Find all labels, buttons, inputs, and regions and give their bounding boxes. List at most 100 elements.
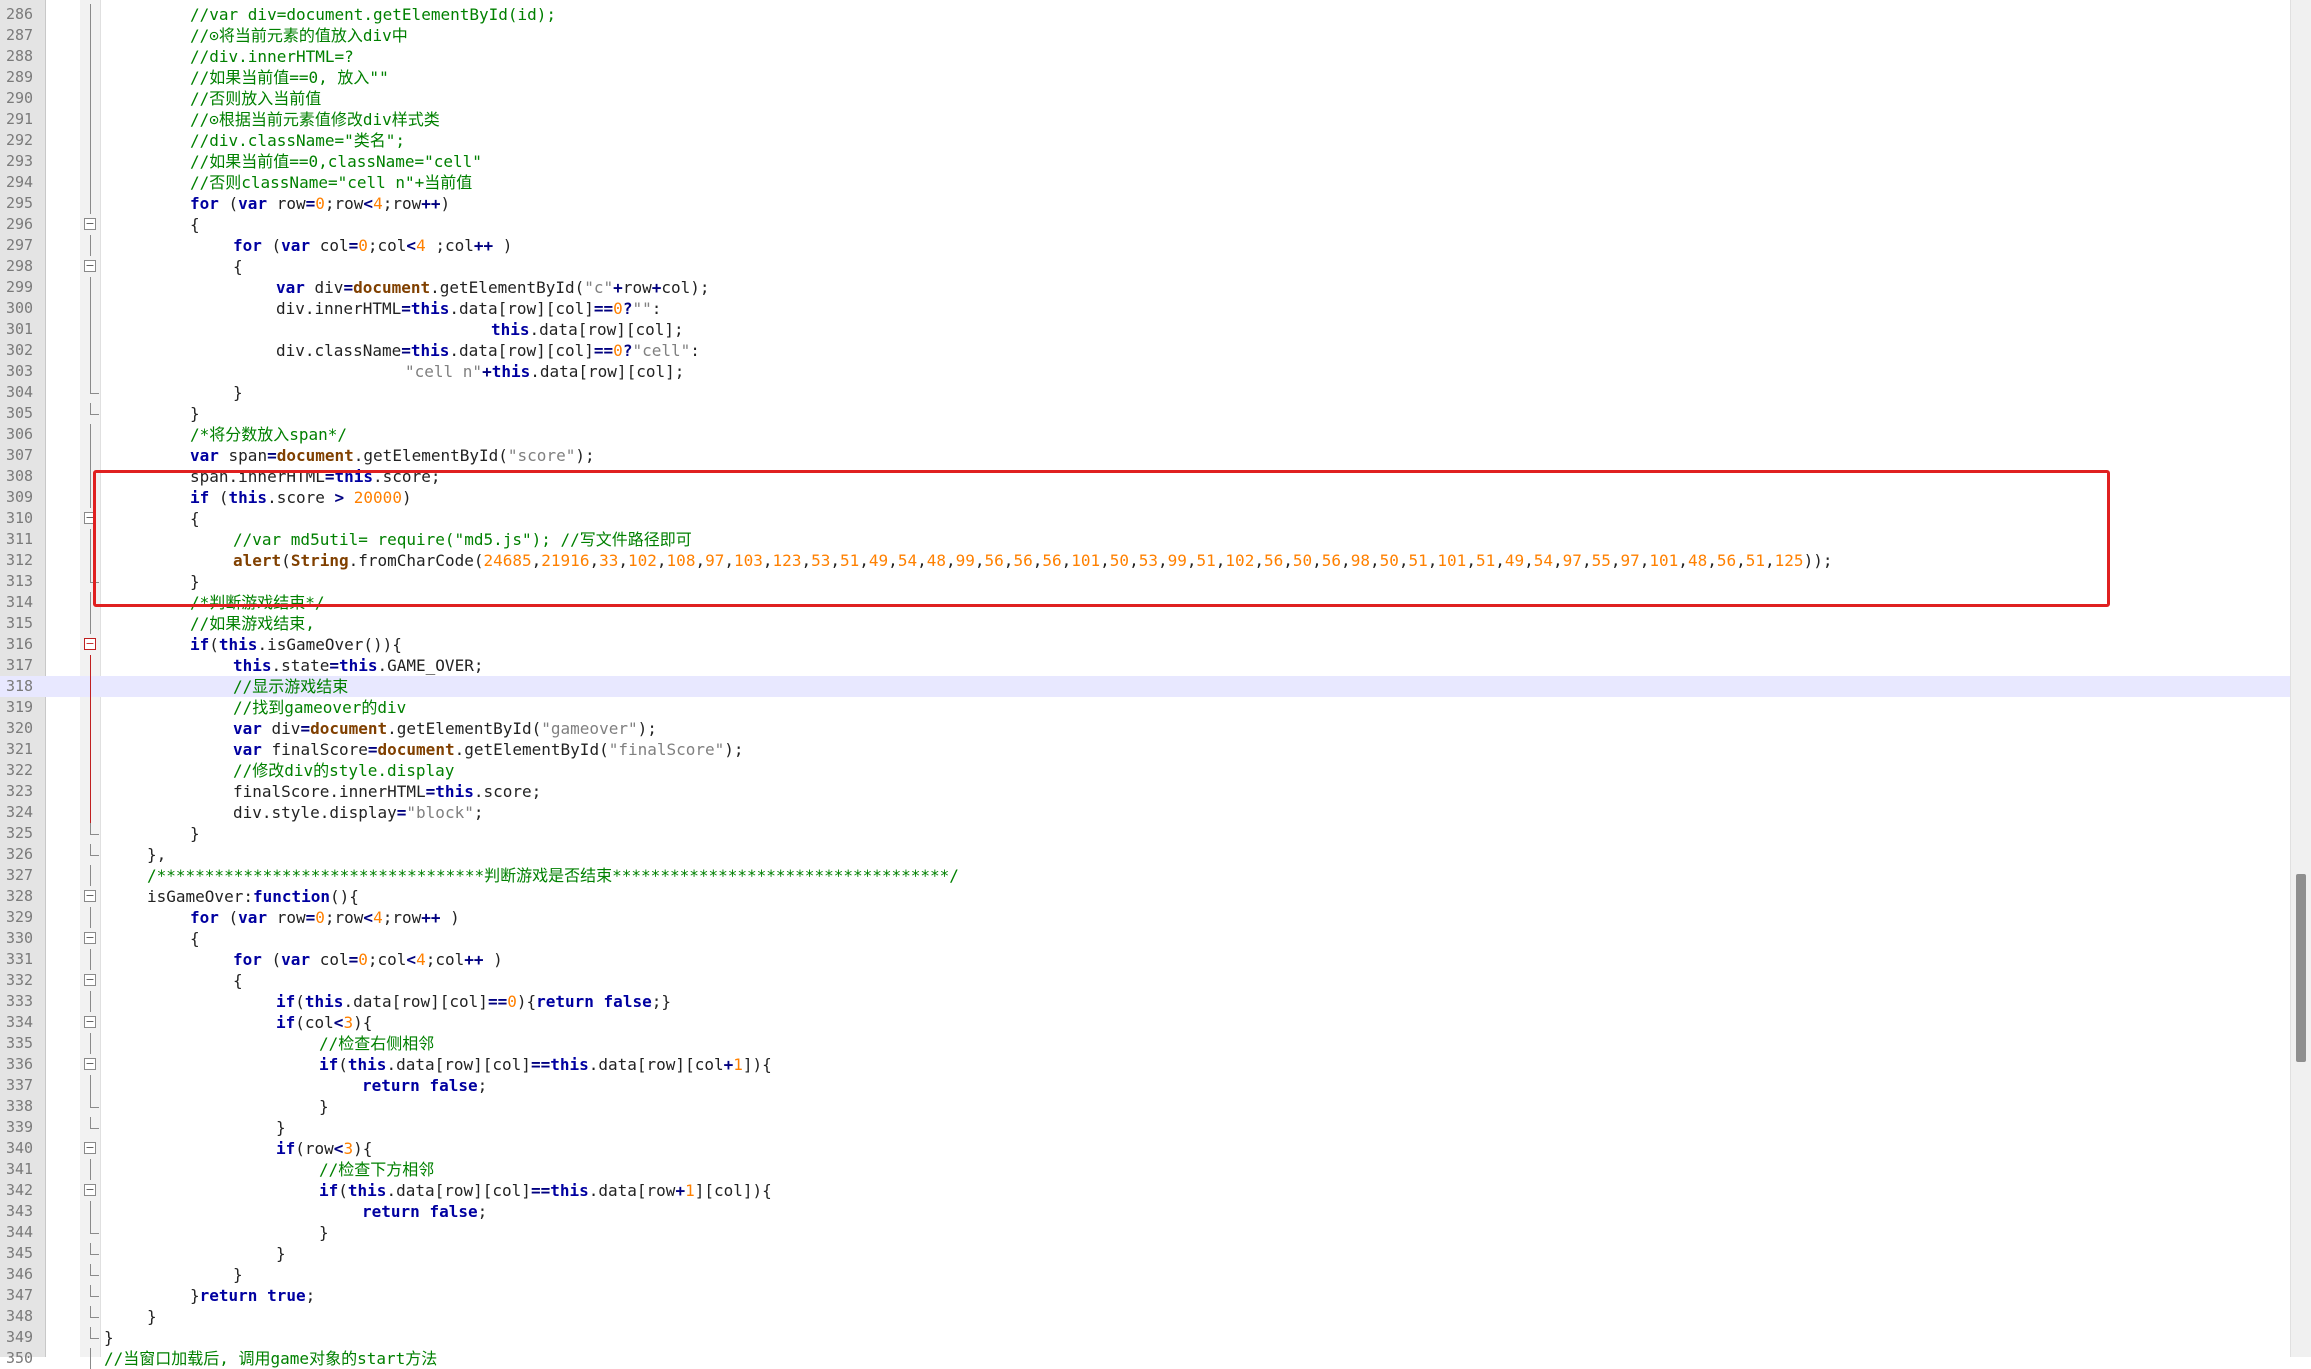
line-number: 300 [6, 299, 34, 317]
code-token: = [396, 803, 407, 822]
fold-toggle-icon[interactable]: − [84, 932, 96, 944]
code-line[interactable]: 322 //修改div的style.display [0, 760, 2290, 781]
scrollbar-thumb[interactable] [2296, 874, 2306, 1062]
code-line[interactable]: 323 finalScore.innerHTML=this.score; [0, 781, 2290, 802]
code-line[interactable]: 319 //找到gameover的div [0, 697, 2290, 718]
code-line[interactable]: 301 this.data[row][col]; [0, 319, 2290, 340]
line-number: 294 [6, 173, 34, 191]
line-number: 336 [6, 1055, 34, 1073]
code-line[interactable]: 346} [0, 1264, 2290, 1285]
code-line[interactable]: 348} [0, 1306, 2290, 1327]
code-line[interactable]: 334 − if(col<3){ [0, 1012, 2290, 1033]
code-token: 1 [685, 1181, 695, 1200]
code-line[interactable]: 326}, [0, 844, 2290, 865]
code-line[interactable]: 345} [0, 1243, 2290, 1264]
code-line[interactable]: 330 − { [0, 928, 2290, 949]
code-token: this [410, 299, 450, 318]
code-editor[interactable]: 286 //var div=document.getElementById(id)… [0, 4, 2290, 1369]
line-number: 297 [6, 236, 34, 254]
code-line[interactable]: 336− if(this.data[row][col]==this.data[ro… [0, 1054, 2290, 1075]
code-line[interactable]: 329 for (var row=0;row<4;row++ ) [0, 907, 2290, 928]
code-line[interactable]: 349} [0, 1327, 2290, 1348]
code-line[interactable]: 342− if(this.data[row][col]==this.data[ro… [0, 1180, 2290, 1201]
code-text: div.className=this.data[row][col]==0?"ce… [276, 340, 700, 361]
code-line[interactable]: 289 //如果当前值==0, 放入"" [0, 67, 2290, 88]
code-token: if [276, 1013, 296, 1032]
code-line[interactable]: 291 //⊙根据当前元素值修改div样式类 [0, 109, 2290, 130]
code-line[interactable]: 324 div.style.display="block"; [0, 802, 2290, 823]
code-line[interactable]: 300 div.innerHTML=this.data[row][col]==0?… [0, 298, 2290, 319]
code-line[interactable]: 317 this.state=this.GAME_OVER; [0, 655, 2290, 676]
fold-toggle-icon[interactable]: − [84, 1142, 96, 1154]
code-line[interactable]: 316 − if(this.isGameOver()){ [0, 634, 2290, 655]
code-line[interactable]: 288 //div.innerHTML=? [0, 46, 2290, 67]
code-token: ) [493, 236, 513, 255]
code-text: } [233, 382, 243, 403]
code-line[interactable]: 344} [0, 1222, 2290, 1243]
code-text: if(this.data[row][col]==0){return false;… [276, 991, 671, 1012]
code-line[interactable]: 305} [0, 403, 2290, 424]
line-number: 335 [6, 1034, 34, 1052]
code-token: = [425, 782, 436, 801]
code-line[interactable]: 296 − { [0, 214, 2290, 235]
code-token: //当窗口加载后, 调用game对象的start方法 [104, 1349, 438, 1368]
code-line[interactable]: 335 //检查右侧相邻 [0, 1033, 2290, 1054]
code-line[interactable]: 321 var finalScore=document.getElementByI… [0, 739, 2290, 760]
code-token: = [348, 236, 359, 255]
fold-guide [90, 361, 91, 382]
code-token: true [267, 1286, 306, 1305]
fold-toggle-icon[interactable]: − [84, 974, 96, 986]
code-line[interactable]: 315 //如果游戏结束, [0, 613, 2290, 634]
fold-toggle-icon[interactable]: − [84, 218, 96, 230]
code-text: var div=document.getElementById("c"+row+… [276, 277, 710, 298]
code-line[interactable]: 325} [0, 823, 2290, 844]
fold-end-marker [90, 844, 99, 856]
fold-toggle-icon[interactable]: − [84, 1058, 96, 1070]
code-token: } [233, 1265, 243, 1284]
code-line[interactable]: 287 //⊙将当前元素的值放入div中 [0, 25, 2290, 46]
code-line[interactable]: 286 //var div=document.getElementById(id)… [0, 4, 2290, 25]
code-token: //显示游戏结束 [233, 677, 349, 696]
code-line[interactable]: 303 "cell n"+this.data[row][col]; [0, 361, 2290, 382]
code-line[interactable]: 304} [0, 382, 2290, 403]
code-line[interactable]: 331 for (var col=0;col<4;col++ ) [0, 949, 2290, 970]
code-line[interactable]: 294 //否则className="cell n"+当前值 [0, 172, 2290, 193]
code-line[interactable]: 347}return true; [0, 1285, 2290, 1306]
code-line[interactable]: 297 for (var col=0;col<4 ;col++ ) [0, 235, 2290, 256]
fold-toggle-icon[interactable]: − [84, 1184, 96, 1196]
code-line[interactable]: 338} [0, 1096, 2290, 1117]
fold-toggle-icon[interactable]: − [84, 890, 96, 902]
code-line[interactable]: 339} [0, 1117, 2290, 1138]
code-text: //var div=document.getElementById(id); [190, 4, 556, 25]
code-line[interactable]: 350 //当窗口加载后, 调用game对象的start方法 [0, 1348, 2290, 1369]
code-line[interactable]: 340 − if(row<3){ [0, 1138, 2290, 1159]
code-line[interactable]: 302 div.className=this.data[row][col]==0?… [0, 340, 2290, 361]
fold-toggle-icon[interactable]: − [84, 1016, 96, 1028]
fold-toggle-icon[interactable]: − [84, 638, 96, 650]
code-line[interactable]: 306 /*将分数放入span*/ [0, 424, 2290, 445]
code-line[interactable]: 341 //检查下方相邻 [0, 1159, 2290, 1180]
code-line[interactable]: 307 var span=document.getElementById("sco… [0, 445, 2290, 466]
code-line[interactable]: 295 for (var row=0;row<4;row++) [0, 193, 2290, 214]
code-text: var span=document.getElementById("score"… [190, 445, 595, 466]
code-line[interactable]: 320 var div=document.getElementById("game… [0, 718, 2290, 739]
code-token: document [276, 446, 354, 465]
code-line[interactable]: 293 //如果当前值==0,className="cell" [0, 151, 2290, 172]
code-token: = [305, 194, 316, 213]
code-line[interactable]: 332 − { [0, 970, 2290, 991]
fold-toggle-icon[interactable]: − [84, 260, 96, 272]
code-line[interactable]: 333 if(this.data[row][col]==0){return fal… [0, 991, 2290, 1012]
code-line[interactable]: 337 return false; [0, 1075, 2290, 1096]
code-line[interactable]: 292 //div.className="类名"; [0, 130, 2290, 151]
vertical-scrollbar[interactable] [2290, 0, 2311, 1357]
code-line[interactable]: 328 − isGameOver:function(){ [0, 886, 2290, 907]
code-line[interactable]: 290 //否则放入当前值 [0, 88, 2290, 109]
code-line[interactable]: 343 return false; [0, 1201, 2290, 1222]
code-line[interactable]: 298 − { [0, 256, 2290, 277]
code-line[interactable]: 299 var div=document.getElementById("c"+r… [0, 277, 2290, 298]
code-token: = [300, 719, 311, 738]
code-token: 3 [343, 1013, 354, 1032]
code-line[interactable]: 318 //显示游戏结束 [0, 676, 2290, 697]
code-line[interactable]: 327 /**********************************判断… [0, 865, 2290, 886]
code-token: 0 [358, 950, 368, 969]
